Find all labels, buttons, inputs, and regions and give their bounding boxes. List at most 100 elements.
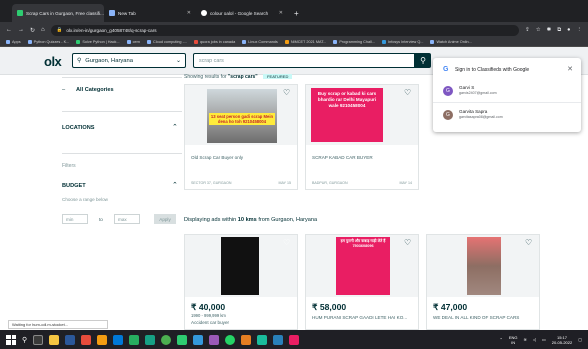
extension-icon[interactable]: ✱	[547, 27, 552, 34]
close-tab-icon[interactable]: ✕	[187, 10, 191, 16]
bookmark-favicon-icon	[76, 40, 81, 44]
browser-tab-new[interactable]: New Tab ✕	[104, 4, 196, 22]
bookmark-apps[interactable]: Apps	[6, 40, 21, 44]
close-tab-icon[interactable]: ✕	[279, 10, 283, 16]
olx-logo[interactable]: olx	[44, 54, 62, 69]
bookmark-item[interactable]: Programming Chall...	[333, 40, 375, 44]
bookmark-item[interactable]: Infosys Interview Q...	[382, 40, 423, 44]
task-view-icon[interactable]	[33, 334, 44, 345]
budget-heading[interactable]: BUDGET	[62, 183, 86, 189]
chrome-icon[interactable]	[161, 334, 172, 345]
app-icon[interactable]	[193, 334, 204, 345]
all-categories-link[interactable]: All Categories	[76, 87, 114, 93]
chevron-up-icon[interactable]: ⌃	[172, 181, 178, 189]
heart-icon[interactable]: ♡	[283, 238, 293, 248]
bookmark-item[interactable]: Watch Anime Onlin...	[430, 40, 472, 44]
whatsapp-icon[interactable]	[225, 334, 236, 345]
heart-icon[interactable]: ♡	[404, 88, 414, 98]
home-icon[interactable]: ⌂	[41, 27, 45, 33]
account-option[interactable]: G Garvita Sapra garvitasapra08@gmail.com	[443, 108, 573, 124]
browser-tab-olx[interactable]: Scrap Cars in Gurgaon, Free classifi... …	[12, 4, 104, 22]
chevron-up-icon[interactable]: ⌃	[172, 123, 178, 131]
profile-icon[interactable]: ●	[567, 27, 570, 34]
new-tab-favicon-icon	[109, 10, 115, 16]
bookmark-favicon-icon	[147, 40, 152, 44]
battery-icon[interactable]: ▭	[542, 337, 546, 342]
divider	[62, 77, 182, 78]
listing-card[interactable]: हम पुरानी और कबाड़ गाड़ी लेते हैं 750360…	[305, 234, 419, 330]
volume-icon[interactable]: ◁	[533, 337, 536, 342]
address-bar[interactable]: 🔒 olx.in/en-in/gurgaon_g4058748/q-scrap-…	[50, 24, 520, 36]
heart-icon[interactable]: ♡	[283, 88, 293, 98]
account-option[interactable]: G Garvi S garvis2407@gmail.com	[443, 84, 573, 100]
app-icon[interactable]	[209, 334, 220, 345]
listing-card[interactable]: ♡ ₹ 47,000 WE DEAL IN ALL KIND OF SCRAP …	[426, 234, 540, 330]
location-value: Gurgaon, Haryana	[85, 57, 133, 64]
heart-icon[interactable]: ♡	[525, 238, 535, 248]
close-icon[interactable]: ✕	[567, 65, 573, 73]
language-indicator[interactable]: ENG IN	[509, 335, 518, 345]
chevron-up-icon[interactable]: ⌃	[500, 337, 503, 342]
bookmark-item[interactable]: cern	[126, 40, 140, 44]
heart-icon[interactable]: ♡	[404, 238, 414, 248]
menu-dots-icon[interactable]: ⋮	[577, 27, 583, 34]
within-km: 10 kms	[237, 217, 257, 223]
puzzle-icon[interactable]: ⧉	[557, 27, 561, 34]
back-arrow-icon[interactable]: ←	[6, 27, 12, 33]
account-email: garvitasapra08@gmail.com	[459, 115, 503, 119]
bookmark-star-icon[interactable]: ☆	[536, 27, 541, 34]
listing-card-featured[interactable]: Buy scrap or kabad ki cars bhardio rar D…	[305, 84, 419, 190]
bookmark-item[interactable]: NIMCET 2021 MAT...	[284, 40, 326, 44]
app-icon[interactable]	[113, 334, 124, 345]
app-icon[interactable]	[81, 334, 92, 345]
app-icon[interactable]	[177, 334, 188, 345]
min-price-input[interactable]: min	[62, 214, 88, 224]
app-icon[interactable]	[241, 334, 252, 345]
windows-start-icon[interactable]	[6, 334, 16, 345]
notification-icon[interactable]: ▢	[578, 337, 582, 342]
forward-arrow-icon[interactable]: →	[18, 27, 24, 33]
app-icon[interactable]	[289, 334, 300, 345]
olx-favicon-icon	[17, 10, 23, 16]
reload-icon[interactable]: ↻	[30, 27, 35, 34]
search-input[interactable]: scrap cars	[193, 53, 415, 68]
max-price-input[interactable]: max	[114, 214, 140, 224]
new-tab-plus-icon[interactable]: +	[294, 9, 299, 18]
listing-card-featured[interactable]: 13 seat person gadi scrap Mein dena ho t…	[184, 84, 298, 190]
bookmark-item[interactable]: Cloud computing -...	[147, 40, 187, 44]
browser-tab-google[interactable]: colour oalol - Google Search ✕	[196, 4, 288, 22]
word-icon[interactable]	[65, 334, 76, 345]
taskbar-apps: ⚲	[22, 334, 300, 345]
app-icon[interactable]	[257, 334, 268, 345]
bookmark-favicon-icon	[284, 40, 289, 44]
location-selector[interactable]: ⚲ Gurgaon, Haryana ⌄	[72, 53, 186, 68]
bookmark-item[interactable]: Solve Python | Hack...	[76, 40, 120, 44]
app-icon[interactable]	[145, 334, 156, 345]
bookmark-item[interactable]: Python Quizzes - K...	[27, 40, 69, 44]
locations-heading[interactable]: LOCATIONS	[62, 125, 95, 131]
listing-date: MAY 14	[399, 181, 412, 185]
tab-label: New Tab	[118, 10, 136, 16]
app-icon[interactable]	[273, 334, 284, 345]
wifi-icon[interactable]: ≋	[524, 337, 527, 342]
tab-label: colour oalol - Google Search	[210, 10, 269, 16]
search-input-value: scrap cars	[199, 57, 224, 64]
clock[interactable]: 15:17 20-05-2022	[552, 335, 572, 345]
image-overlay-text: Buy scrap or kabad ki cars bhardio rar D…	[311, 88, 383, 142]
search-button[interactable]: ⚲	[415, 53, 431, 68]
app-icon[interactable]	[97, 334, 108, 345]
listing-photo	[221, 237, 259, 295]
listing-price: ₹ 58,000	[312, 302, 347, 312]
listing-image	[427, 235, 539, 297]
app-icon[interactable]	[129, 334, 140, 345]
search-icon[interactable]: ⚲	[22, 336, 27, 344]
file-explorer-icon[interactable]	[49, 334, 60, 345]
google-logo-icon: G	[443, 66, 449, 73]
bookmark-item[interactable]: Linux Commands	[242, 40, 278, 44]
listing-card[interactable]: ♡ ₹ 40,000 1990 - 999,999 km Accident ca…	[184, 234, 298, 330]
share-icon[interactable]: ⇪	[525, 27, 530, 34]
google-favicon-icon	[201, 10, 207, 16]
bookmark-item[interactable]: quora jobs in canada	[194, 40, 235, 44]
bookmark-favicon-icon	[430, 40, 435, 44]
apply-button[interactable]: Apply	[154, 214, 176, 224]
